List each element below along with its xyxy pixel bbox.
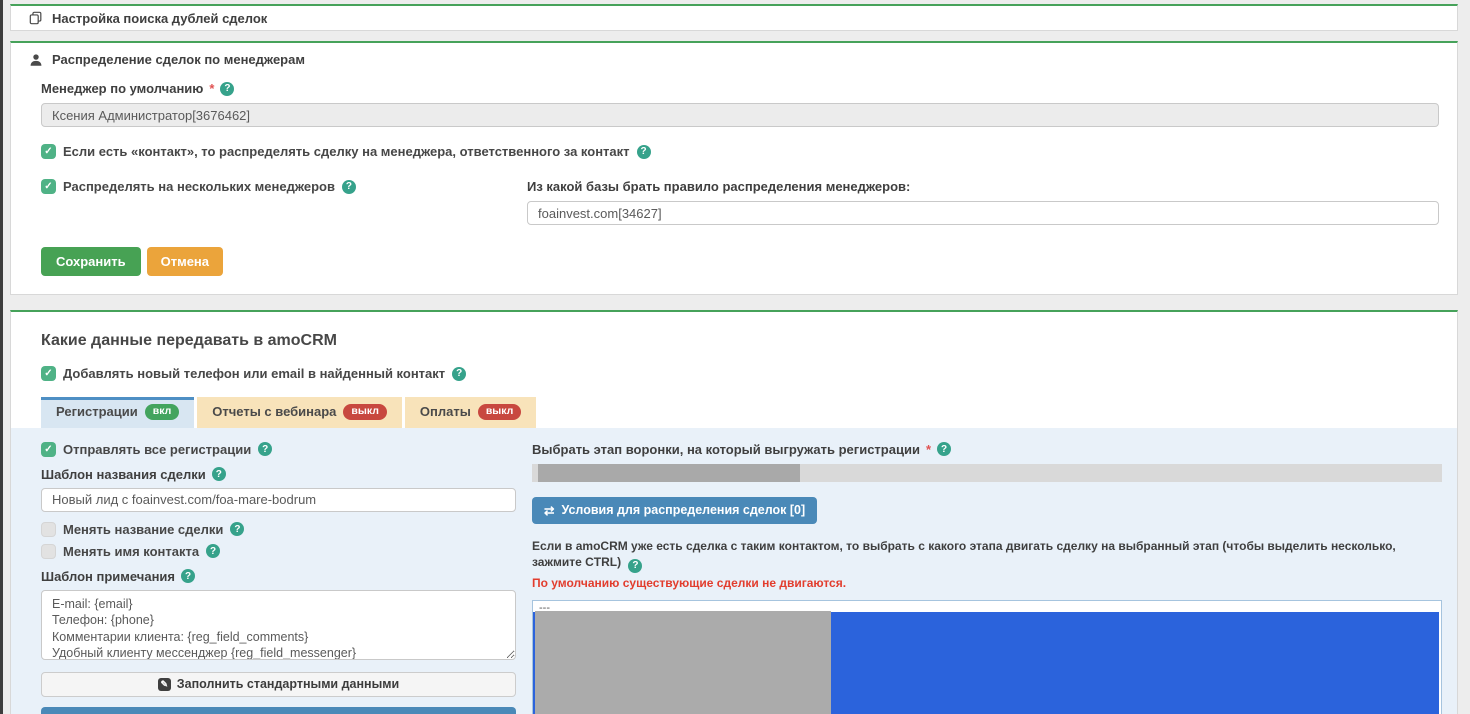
- person-icon: [29, 53, 43, 67]
- screen-edge-strip: [0, 0, 3, 714]
- checkbox-add-phone-email[interactable]: ✓: [41, 366, 56, 381]
- funnel-stage-label: Выбрать этап воронки, на который выгружа…: [532, 442, 1442, 457]
- checkbox-row-change-contact-name: Менять имя контакта ?: [41, 544, 516, 559]
- checkbox-send-all-label: Отправлять все регистрации: [63, 442, 251, 457]
- redaction-overlay: [535, 611, 831, 714]
- right-column: Выбрать этап воронки, на который выгружа…: [532, 440, 1442, 714]
- base-rule-label: Из какой базы брать правило распределени…: [527, 179, 1439, 194]
- copy-icon: [29, 11, 43, 25]
- checkbox-multi-managers[interactable]: ✓: [41, 179, 56, 194]
- required-asterisk: *: [209, 81, 214, 96]
- help-icon[interactable]: ?: [637, 145, 651, 159]
- status-badge-on: вкл: [145, 404, 180, 420]
- fill-standard-data-button[interactable]: ✎ Заполнить стандартными данными: [41, 672, 516, 697]
- checkbox-multi-managers-label: Распределять на нескольких менеджеров: [63, 179, 335, 194]
- checkbox-row-contact-responsible: ✓ Если есть «контакт», то распределять с…: [41, 144, 1439, 159]
- checkbox-change-deal-name[interactable]: [41, 522, 56, 537]
- help-icon[interactable]: ?: [628, 559, 642, 573]
- help-icon[interactable]: ?: [258, 442, 272, 456]
- help-icon[interactable]: ?: [181, 569, 195, 583]
- help-icon[interactable]: ?: [937, 442, 951, 456]
- panel-amocrm-data: Какие данные передавать в amoCRM ✓ Добав…: [10, 310, 1458, 714]
- distribution-conditions-button[interactable]: ⇄ Условия для распределения сделок [0]: [532, 497, 817, 524]
- settings-page: Настройка поиска дублей сделок Распредел…: [10, 4, 1458, 714]
- tab-payments[interactable]: Оплаты выкл: [405, 397, 536, 428]
- panel-managers-header: Распределение сделок по менеджерам: [29, 52, 1439, 67]
- deal-name-template-input[interactable]: [41, 488, 516, 512]
- tab-webinar-reports[interactable]: Отчеты с вебинара выкл: [197, 397, 402, 428]
- checkbox-send-all-registrations[interactable]: ✓: [41, 442, 56, 457]
- checkbox-row-multi-managers: ✓ Распределять на нескольких менеджеров …: [41, 179, 527, 194]
- save-button[interactable]: Сохранить: [41, 247, 141, 276]
- help-icon[interactable]: ?: [452, 367, 466, 381]
- panel-duplicates-settings[interactable]: Настройка поиска дублей сделок: [10, 4, 1458, 31]
- left-column: ✓ Отправлять все регистрации ? Шаблон на…: [41, 440, 516, 714]
- deal-fields-settings-button[interactable]: ⚙ Настройка полей у сделки: [41, 707, 516, 714]
- checkbox-add-phone-email-label: Добавлять новый телефон или email в найд…: [63, 366, 445, 381]
- stages-multiselect-listbox[interactable]: ---: [532, 600, 1442, 714]
- help-icon[interactable]: ?: [342, 180, 356, 194]
- checkbox-contact-responsible-label: Если есть «контакт», то распределять сде…: [63, 144, 630, 159]
- help-icon[interactable]: ?: [212, 467, 226, 481]
- note-template-textarea[interactable]: E-mail: {email} Телефон: {phone} Коммент…: [41, 590, 516, 660]
- cancel-button[interactable]: Отмена: [147, 247, 223, 276]
- checkbox-change-deal-name-label: Менять название сделки: [63, 522, 223, 537]
- checkbox-row-send-all: ✓ Отправлять все регистрации ?: [41, 442, 516, 457]
- tab-registrations[interactable]: Регистрации вкл: [41, 397, 194, 428]
- panel-duplicates-header: Настройка поиска дублей сделок: [29, 11, 267, 26]
- checkbox-row-add-contact: ✓ Добавлять новый телефон или email в на…: [11, 366, 1457, 381]
- default-manager-input[interactable]: [41, 103, 1439, 127]
- pencil-icon: ✎: [158, 678, 171, 691]
- checkbox-contact-responsible[interactable]: ✓: [41, 144, 56, 159]
- registrations-tab-content: ✓ Отправлять все регистрации ? Шаблон на…: [11, 428, 1457, 714]
- checkbox-change-contact-name-label: Менять имя контакта: [63, 544, 199, 559]
- panel-managers: Распределение сделок по менеджерам Менед…: [10, 41, 1458, 295]
- checkbox-change-contact-name[interactable]: [41, 544, 56, 559]
- panel-duplicates-title: Настройка поиска дублей сделок: [52, 11, 267, 26]
- required-asterisk: *: [926, 442, 931, 457]
- panel-managers-title: Распределение сделок по менеджерам: [52, 52, 305, 67]
- help-icon[interactable]: ?: [230, 522, 244, 536]
- help-icon[interactable]: ?: [206, 544, 220, 558]
- checkbox-row-change-deal-name: Менять название сделки ?: [41, 522, 516, 537]
- status-badge-off: выкл: [478, 404, 521, 420]
- note-template-label: Шаблон примечания ?: [41, 569, 516, 584]
- move-deal-description: Если в amoCRM уже есть сделка с таким ко…: [532, 538, 1442, 574]
- amocrm-data-title: Какие данные передавать в amoCRM: [11, 332, 1457, 350]
- funnel-stage-select[interactable]: [532, 464, 1442, 482]
- status-badge-off: выкл: [343, 404, 386, 420]
- shuffle-icon: ⇄: [544, 503, 554, 518]
- default-manager-label: Менеджер по умолчанию * ?: [41, 81, 1439, 96]
- move-deal-warning: По умолчанию существующие сделки не двиг…: [532, 576, 1442, 590]
- deal-name-template-label: Шаблон названия сделки ?: [41, 467, 516, 482]
- redaction-overlay: [538, 464, 800, 482]
- help-icon[interactable]: ?: [220, 82, 234, 96]
- data-type-tabs: Регистрации вкл Отчеты с вебинара выкл О…: [11, 397, 1457, 428]
- base-rule-input[interactable]: [527, 201, 1439, 225]
